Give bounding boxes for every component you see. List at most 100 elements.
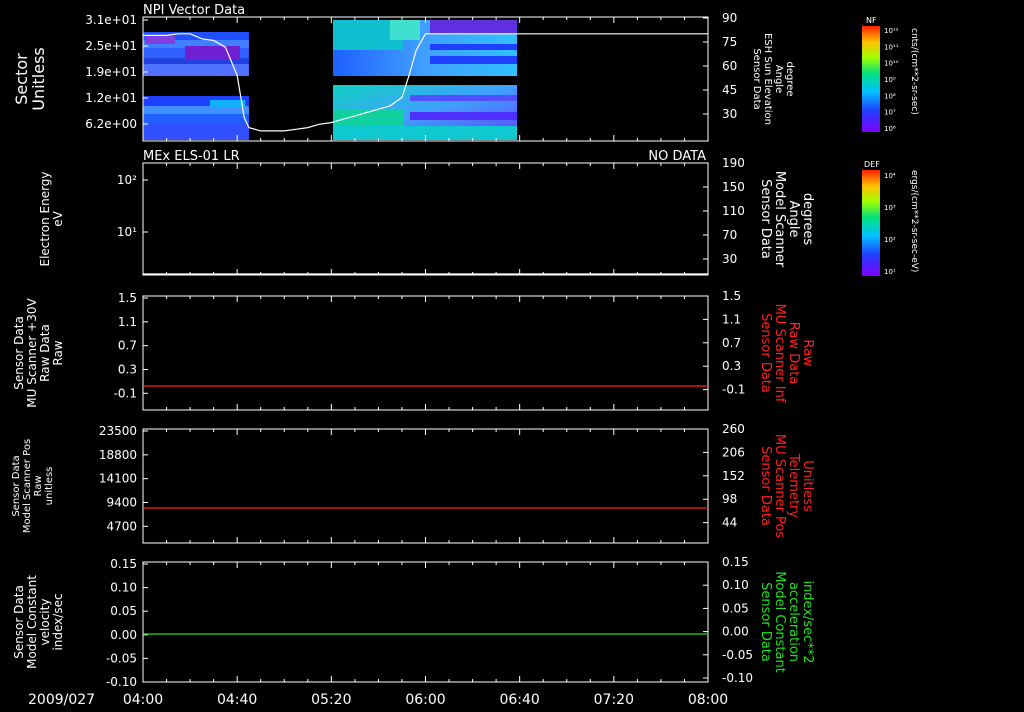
- panel-3: 1.5 1.1 0.7 0.3 -0.1 1.5 1.1 0.7 0.3 -0.1 Sensor D…: [12, 289, 815, 411]
- panel-2: 10² 10¹ 190 150 110 70 30 Electron Energy eV Sens…: [38, 149, 815, 276]
- y-axis-label: Sensor Data Model Constant velocity index/s…: [12, 575, 65, 669]
- y2-tick-label: 44: [722, 516, 737, 530]
- y-axis-label-line: Sensor Data: [12, 585, 26, 659]
- panel-5: 0.15 0.10 0.05 0.00 -0.05 -0.10 0.15 0.10 0.05 0.…: [12, 555, 815, 689]
- panel-frame: [142, 561, 709, 683]
- y-axis-label-line: index/sec: [51, 593, 65, 650]
- y2-tick-label: 150: [722, 180, 745, 194]
- y-axis-label-line: Model Scanner Pos: [22, 439, 33, 533]
- colorbar-tick-label: 10¹: [884, 268, 896, 276]
- y-axis-label-line: Unitless: [29, 47, 48, 111]
- time-axis: 04:00 04:40 05:20 06:00 06:40 07:20 08:00: [123, 692, 728, 708]
- y-tick-label: 0.00: [110, 628, 137, 642]
- y2-axis-label: Sensor Data MU Scanner Inf Raw Data Raw: [758, 304, 815, 403]
- y-tick-label: 10²: [117, 173, 137, 187]
- y-tick-label: 0.15: [110, 557, 137, 571]
- y-tick-label: 18800: [99, 448, 137, 462]
- y2-tick-label: 75: [722, 35, 737, 49]
- plot-canvas: 3.1e+01 2.5e+01 1.9e+01 1.2e+01 6.2e+00 90 75 6…: [11, 3, 919, 708]
- y-tick-label: 1.5: [118, 291, 137, 305]
- colorbar-tick-label: 10¹²: [884, 27, 899, 35]
- y-tick-label: 6.2e+00: [85, 117, 137, 131]
- y2-tick-label: 260: [722, 422, 745, 436]
- y2-tick-label: -0.05: [722, 648, 753, 662]
- y2-axis-label-line: degree: [784, 61, 795, 96]
- y2-tick-label: 0.3: [722, 359, 741, 373]
- colorbar-tick-label: 10⁹: [884, 76, 896, 84]
- y2-axis-label-line: Telemetry: [786, 453, 801, 518]
- y-axis-label: Electron Energy eV: [38, 171, 65, 266]
- y-axis-label-line: Raw: [33, 475, 44, 496]
- date-label: 2009/027: [28, 692, 95, 708]
- y2-axis-label-line: MU Scanner Pos: [772, 434, 787, 539]
- y2-tick-label: 0.7: [722, 336, 741, 350]
- colorbar-nf: NF 10¹² 10¹¹ 10¹⁰ 10⁹ 10⁸ 10⁷ 10⁶ cnts/(cm**2-…: [862, 16, 919, 133]
- y2-tick-label: 60: [722, 59, 737, 73]
- y-axis-label-line: Raw Data: [38, 324, 52, 382]
- y2-axis-label-line: MU Scanner Inf: [772, 304, 787, 403]
- panel-title: NPI Vector Data: [143, 3, 245, 18]
- y-tick-label: 1.9e+01: [85, 65, 137, 79]
- panel-frame: [142, 162, 709, 276]
- x-tick-label: 06:00: [405, 692, 445, 708]
- y2-tick-label: 206: [722, 445, 745, 459]
- y-tick-label: 2.5e+01: [85, 39, 137, 53]
- y-axis-label-line: unitless: [44, 467, 55, 506]
- colorbar-tick-label: 10³: [884, 204, 896, 212]
- data-gap: [248, 17, 332, 141]
- y-tick-label: 4700: [106, 519, 137, 533]
- y2-tick-label: 45: [722, 83, 737, 97]
- y2-axis-label-line: Sensor Data: [758, 179, 773, 259]
- y2-axis-label-line: Raw Data: [786, 322, 801, 385]
- panel-title: MEx ELS-01 LR: [143, 149, 240, 164]
- colorbar-tick-label: 10¹¹: [884, 43, 899, 51]
- colorbar-tick-label: 10⁷: [884, 109, 896, 117]
- panel-status: NO DATA: [648, 149, 706, 164]
- y2-axis-label: Sensor Data Model Scanner Angle degrees: [758, 171, 815, 268]
- y2-axis-label: Sensor Data MU Scanner Pos Telemetry Unitle…: [758, 434, 815, 539]
- y2-tick-label: 30: [722, 252, 737, 266]
- y2-axis-label-line: Model Constant: [772, 571, 787, 673]
- x-tick-label: 05:20: [311, 692, 351, 708]
- colorbar-tick-label: 10⁸: [884, 92, 896, 100]
- y2-axis-label-line: degrees: [800, 193, 815, 246]
- colorbar-nf-unit: cnts/(cm**2-sr-sec): [909, 28, 919, 115]
- y-axis-label-line: Model Constant: [25, 575, 39, 669]
- y2-axis-label-line: Angle: [786, 201, 801, 238]
- colorbar-def-title: DEF: [864, 160, 880, 169]
- y2-axis-label-line: Raw: [800, 339, 815, 367]
- y2-tick-label: 30: [722, 107, 737, 121]
- x-tick-label: 04:40: [217, 692, 257, 708]
- colorbar-nf-title: NF: [866, 16, 877, 25]
- y2-tick-label: 98: [722, 492, 737, 506]
- y2-tick-label: 70: [722, 228, 737, 242]
- y2-tick-label: -0.10: [722, 671, 753, 685]
- y-tick-label: 10¹: [117, 225, 137, 239]
- y2-axis-label: Sensor Data ESH Sun Elevation Angle degree: [751, 33, 795, 125]
- y2-axis-label-line: Sensor Data: [758, 313, 773, 393]
- y2-tick-label: -0.1: [722, 383, 745, 397]
- y-tick-label: 0.10: [110, 581, 137, 595]
- y2-tick-label: 110: [722, 204, 745, 218]
- y-axis-label: Sensor Data MU Scanner +30V Raw Data Raw: [12, 298, 65, 408]
- y-tick-label: 0.05: [110, 604, 137, 618]
- y2-tick-label: 0.05: [722, 601, 749, 615]
- y2-axis-label-line: ESH Sun Elevation: [762, 33, 773, 125]
- y-tick-label: -0.05: [106, 651, 137, 665]
- y2-tick-label: 90: [722, 11, 737, 25]
- colorbar-def: DEF 10⁴ 10³ 10² 10¹ ergs/(cm**2-sr-sec-eV): [862, 160, 919, 276]
- colorbar-tick-label: 10²: [884, 236, 896, 244]
- x-tick-label: 06:40: [499, 692, 539, 708]
- y-axis-label-line: Raw: [51, 340, 65, 365]
- y2-axis-label-line: Sensor Data: [751, 48, 762, 109]
- panel-frame: [142, 295, 709, 411]
- x-tick-label: 07:20: [594, 692, 634, 708]
- y-axis-label-line: Sensor Data: [12, 316, 26, 390]
- y-axis-label-line: velocity: [38, 599, 52, 646]
- y-axis-label-line: Electron Energy: [38, 171, 52, 266]
- x-tick-label: 08:00: [688, 692, 728, 708]
- y2-axis-label-line: acceleration: [786, 582, 801, 662]
- y2-tick-label: 1.1: [722, 312, 741, 326]
- y-tick-label: -0.1: [114, 386, 137, 400]
- y2-axis-label-line: Sensor Data: [758, 582, 773, 662]
